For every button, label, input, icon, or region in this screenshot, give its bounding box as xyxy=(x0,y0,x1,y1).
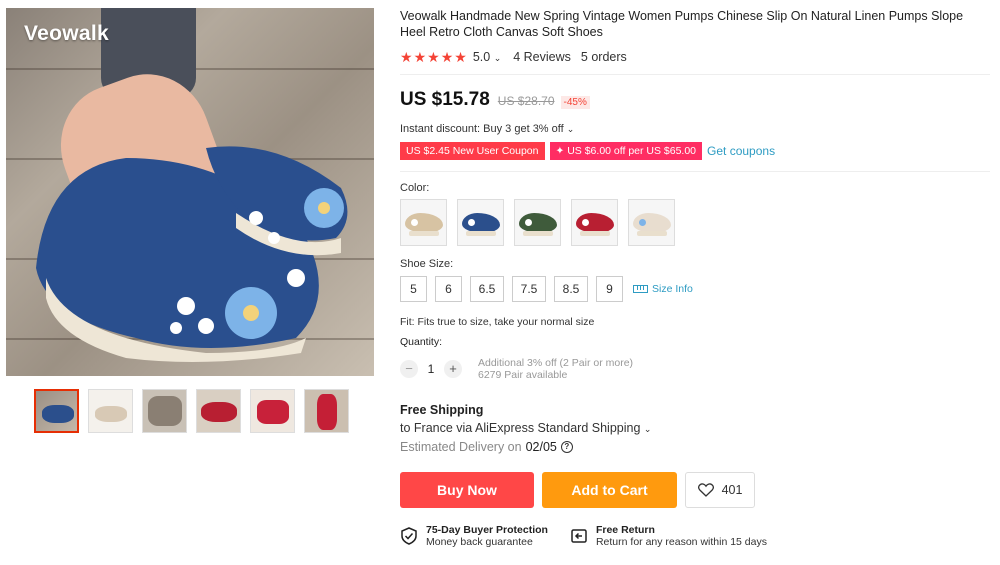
buy-now-button[interactable]: Buy Now xyxy=(400,472,534,508)
color-swatches xyxy=(400,199,990,246)
thumbnail-2[interactable] xyxy=(88,389,133,433)
divider xyxy=(400,74,990,75)
estimated-delivery: Estimated Delivery on 02/05 ? xyxy=(400,440,990,454)
protection-sub: Money back guarantee xyxy=(426,536,533,548)
return-sub: Return for any reason within 15 days xyxy=(595,536,767,548)
protection-title: 75-Day Buyer Protection xyxy=(426,524,548,536)
orders-count: 5 orders xyxy=(580,50,627,64)
star-icon: ★ xyxy=(400,49,413,65)
size-option-8-5[interactable]: 8.5 xyxy=(554,276,588,302)
color-label: Color: xyxy=(400,182,430,194)
ruler-icon xyxy=(633,285,648,293)
color-swatch-cream[interactable] xyxy=(628,199,675,246)
heart-icon xyxy=(697,483,714,497)
quantity-decrease-button[interactable]: − xyxy=(400,360,418,378)
size-option-6-5[interactable]: 6.5 xyxy=(470,276,504,302)
quantity-increase-button[interactable]: + xyxy=(444,360,462,378)
star-icon: ★ xyxy=(440,49,454,65)
thumbnail-5[interactable] xyxy=(250,389,295,433)
help-icon[interactable]: ? xyxy=(560,441,573,453)
color-swatch-blue[interactable] xyxy=(457,199,504,246)
product-title: Veowalk Handmade New Spring Vintage Wome… xyxy=(400,9,964,39)
thumbnail-strip xyxy=(34,389,349,433)
wishlist-button[interactable]: 401 xyxy=(685,472,755,508)
rating-score[interactable]: 5.0 ⌄ xyxy=(473,50,501,64)
star-icon: ★ xyxy=(427,49,440,65)
product-info: Veowalk Handmade New Spring Vintage Wome… xyxy=(400,8,990,548)
delivery-date: 02/05 xyxy=(525,440,557,454)
size-option-5[interactable]: 5 xyxy=(400,276,427,302)
brand-watermark: Veowalk xyxy=(24,22,109,45)
action-buttons: Buy Now Add to Cart 401 xyxy=(400,472,990,508)
original-price: US $28.70 xyxy=(497,94,555,108)
return-icon xyxy=(571,529,587,543)
star-icon: ★ xyxy=(413,49,427,65)
shield-check-icon xyxy=(401,527,417,545)
size-option-7-5[interactable]: 7.5 xyxy=(512,276,546,302)
free-return: Free Return Return for any reason within… xyxy=(570,524,767,548)
buyer-protection: 75-Day Buyer Protection Money back guara… xyxy=(400,524,548,548)
shipping-route[interactable]: to France via AliExpress Standard Shippi… xyxy=(400,421,990,435)
chevron-down-icon: ⌄ xyxy=(493,53,502,63)
chevron-down-icon: ⌄ xyxy=(566,124,575,134)
new-user-coupon[interactable]: US $2.45 New User Coupon xyxy=(400,142,545,160)
rating-stars: ★ ★ ★ ★ ★ xyxy=(400,50,467,64)
chevron-down-icon: ⌄ xyxy=(643,424,652,434)
quantity-label: Quantity: xyxy=(400,336,443,348)
size-option-6[interactable]: 6 xyxy=(435,276,462,302)
discount-badge: -45% xyxy=(560,96,590,109)
fit-note: Fit: Fits true to size, take your normal… xyxy=(400,316,595,328)
color-swatch-green[interactable] xyxy=(514,199,561,246)
store-coupon[interactable]: ✦ US $6.00 off per US $65.00 xyxy=(549,142,703,160)
star-icon: ★ xyxy=(454,49,467,65)
quantity-note: Additional 3% off (2 Pair or more) 6279 … xyxy=(478,357,634,381)
add-to-cart-button[interactable]: Add to Cart xyxy=(542,472,677,508)
color-swatch-beige[interactable] xyxy=(400,199,447,246)
thumbnail-6[interactable] xyxy=(304,389,349,433)
quantity-value[interactable]: 1 xyxy=(418,362,444,376)
thumbnail-3[interactable] xyxy=(142,389,187,433)
size-label: Shoe Size: xyxy=(400,258,454,270)
divider xyxy=(400,171,990,172)
reviews-link[interactable]: 4 Reviews xyxy=(513,50,571,64)
size-option-9[interactable]: 9 xyxy=(596,276,623,302)
size-info-link[interactable]: Size Info xyxy=(633,283,693,295)
quantity-stepper: − 1 + Additional 3% off (2 Pair or more)… xyxy=(400,357,990,381)
size-options: 5 6 6.5 7.5 8.5 9 Size Info xyxy=(400,276,990,302)
price-row: US $15.78 US $28.70 -45% xyxy=(400,89,990,111)
shoe-illustration xyxy=(36,146,348,362)
guarantees: 75-Day Buyer Protection Money back guara… xyxy=(400,524,990,548)
get-coupons-link[interactable]: Get coupons xyxy=(707,144,775,158)
thumbnail-1[interactable] xyxy=(34,389,79,433)
instant-discount[interactable]: Instant discount: Buy 3 get 3% off ⌄ xyxy=(400,123,990,135)
shipping-title: Free Shipping xyxy=(400,403,484,417)
coupon-row: US $2.45 New User Coupon ✦ US $6.00 off … xyxy=(400,142,990,160)
return-title: Free Return xyxy=(595,524,655,536)
main-product-image[interactable]: Veowalk xyxy=(6,8,374,376)
rating-row: ★ ★ ★ ★ ★ 5.0 ⌄ 4 Reviews 5 orders xyxy=(400,50,990,64)
current-price: US $15.78 xyxy=(400,89,490,110)
thumbnail-4[interactable] xyxy=(196,389,241,433)
color-swatch-red[interactable] xyxy=(571,199,618,246)
